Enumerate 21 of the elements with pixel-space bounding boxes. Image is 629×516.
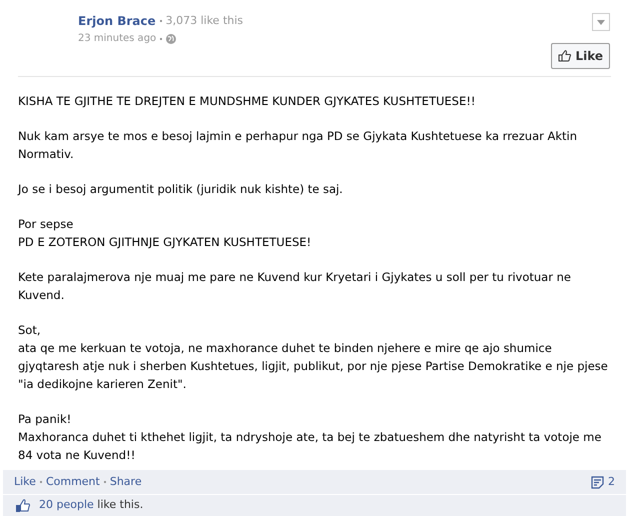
post-paragraph: KISHA TE GJITHE TE DREJTEN E MUNDSHME KUNDER GJYKATES KUSHTETUESE!! [18,93,476,110]
comment-count[interactable]: 2 [608,474,615,490]
post-paragraph: Pa panik! Maxhoranca duhet ti kthehet ligjit, ta ndryshoje ate, ta bej te zbatueshem dhe natyrisht ta votoje me 84 vota ne Kuvend!! [18,411,602,464]
post-paragraph: Nuk kam arsye te mos e besoj lajmin e perhapur nga PD se Gjykata Kushtetuese ka rrezuar Aktin Normativ. [18,128,578,163]
people-link[interactable]: 20 people [39,498,94,512]
likes-summary: 20 people like this. [39,497,144,514]
thumbs-up-icon [558,50,572,62]
post-paragraph: Kete paralajmerova nje muaj me pare ne Kuvend kur Kryetari i Gjykates u soll per tu rivotuar ne Kuvend. [18,269,572,304]
action-link[interactable]: Share [110,474,142,490]
options-dropdown[interactable] [592,13,610,31]
caret-icon [597,20,605,24]
post-paragraph: Jo se i besoj argumentit politik (juridik nuk kishte) te saj. [18,181,344,198]
action-link[interactable]: Comment [46,474,100,490]
post-paragraph: Sot, ata qe me kerkuan te votoja, ne maxhorance duhet te binden njehere e mire qe ajo shumice gjyqtaresh atje nuk i sherben Kushtetues, ligjit, publikut, por nje pjese Partise Demokratike e nje pjese "ia dedikojne karieren Zenit". [18,322,609,393]
thumbs-up-icon [16,499,30,512]
comment-icon [591,476,604,488]
like-button[interactable]: Like [551,43,610,69]
page-like-count: 3,073 like this [166,12,244,29]
action-link[interactable]: Like [14,474,36,490]
author-name[interactable]: Erjon Brace [78,12,156,30]
post-paragraph: Por sepse PD E ZOTERON GJITHNJE GJYKATEN KUSHTETUESE! [18,216,312,251]
